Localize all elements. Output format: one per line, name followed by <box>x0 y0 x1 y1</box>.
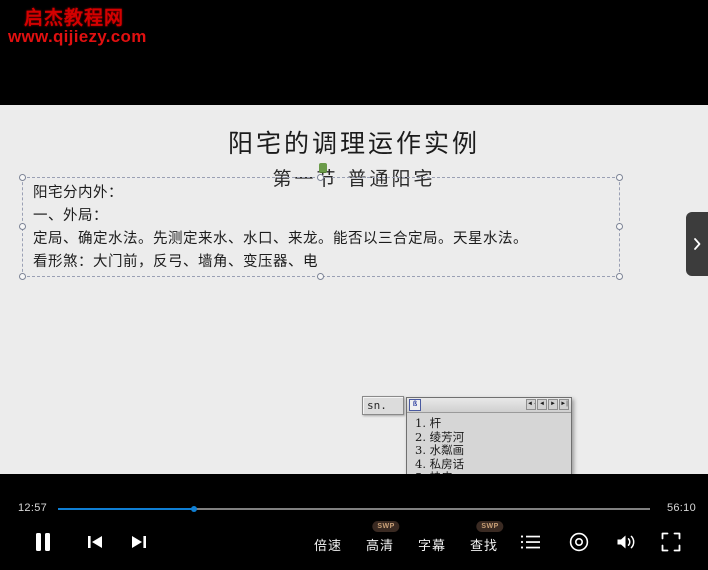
settings-icon <box>568 531 590 558</box>
ime-candidate-list[interactable]: 1. 杆 2. 绫芳河 3. 水粼画 4. 私房话 5. 桂皮c 6. 植g 【… <box>407 413 571 474</box>
fullscreen-icon <box>661 532 681 557</box>
ime-candidate-window[interactable]: ß ◄◄ ◄ ► ►| 1. 杆 2. 绫芳河 3. 水粼画 4. 私房话 5.… <box>406 397 572 474</box>
playlist-icon <box>520 534 542 555</box>
volume-button[interactable] <box>610 522 644 566</box>
slide-textbox[interactable]: 阳宅分内外： 一、外局： 定局、确定水法。先测定来水、水口、来龙。能否以三合定局… <box>19 174 623 280</box>
green-cursor-marker <box>319 163 327 172</box>
resize-handle-top-right[interactable] <box>616 174 623 181</box>
slide-body-line-2: 一、外局： <box>33 208 108 224</box>
ime-titlebar[interactable]: ß ◄◄ ◄ ► ►| <box>407 398 571 413</box>
search-button[interactable]: SWP 查找 <box>462 521 506 566</box>
resize-handle-bottom-right[interactable] <box>616 273 623 280</box>
seek-bar-progress <box>58 508 195 510</box>
subtitle-label: 字幕 <box>417 537 446 553</box>
resize-handle-top-middle[interactable] <box>317 174 324 181</box>
ime-candidate-item[interactable]: 5. 桂皮c <box>415 470 571 474</box>
ime-app-icon: ß <box>409 399 421 411</box>
resize-handle-middle-right[interactable] <box>616 223 623 230</box>
slide-title: 阳宅的调理运作实例 <box>227 129 480 158</box>
resize-handle-bottom-left[interactable] <box>19 273 26 280</box>
watermark-url: www.qijiezy.com <box>8 27 147 46</box>
pause-icon <box>33 531 53 558</box>
next-button[interactable] <box>122 522 156 566</box>
volume-icon <box>615 532 639 557</box>
search-badge: SWP <box>476 521 504 532</box>
ime-composition-box[interactable]: sn. <box>362 396 404 415</box>
progress-row: 12:57 56:10 <box>0 500 708 518</box>
ime-nav-first[interactable]: ◄◄ <box>526 399 536 410</box>
subtitle-button[interactable]: 字幕 <box>410 522 454 566</box>
video-stage[interactable]: 启杰教程网 www.qijiezy.com 阳宅的调理运作实例 第一节 普通阳宅… <box>0 0 708 490</box>
watermark: 启杰教程网 www.qijiezy.com <box>0 0 200 56</box>
previous-button[interactable] <box>78 522 112 566</box>
search-label: 查找 <box>469 537 498 553</box>
ime-nav-prev[interactable]: ◄ <box>537 399 547 410</box>
playlist-button[interactable] <box>514 522 548 566</box>
total-time-label: 56:10 <box>666 502 696 514</box>
resize-handle-top-left[interactable] <box>19 174 26 181</box>
ime-candidate-item[interactable]: 4. 私房话 <box>415 457 571 472</box>
fullscreen-button[interactable] <box>654 522 688 566</box>
seek-bar-knob[interactable] <box>191 506 198 512</box>
previous-icon <box>85 533 105 556</box>
watermark-site-name: 启杰教程网 <box>24 8 125 29</box>
pause-button[interactable] <box>26 522 60 566</box>
ime-candidate-item[interactable]: 1. 杆 <box>415 416 571 431</box>
sidebar-toggle-button[interactable] <box>686 212 708 276</box>
slide-canvas: 阳宅的调理运作实例 第一节 普通阳宅 阳宅分内外： 一、外局： 定局、确定水法。… <box>0 105 708 474</box>
video-player-page: 启杰教程网 www.qijiezy.com 阳宅的调理运作实例 第一节 普通阳宅… <box>0 0 708 570</box>
quality-button[interactable]: SWP 高清 <box>358 521 402 566</box>
ime-candidate-item[interactable]: 2. 绫芳河 <box>415 430 571 445</box>
slide-body-line-1: 阳宅分内外： <box>33 185 123 201</box>
slide-body-line-4: 看形煞：大门前，反弓、墙角、变压器、电 <box>33 254 318 270</box>
next-icon <box>129 533 149 556</box>
player-controls: 12:57 56:10 倍速 SWP 高清 字幕 SWP 查找 <box>0 490 708 570</box>
quality-label: 高清 <box>365 537 394 553</box>
ime-nav-buttons[interactable]: ◄◄ ◄ ► ►| <box>526 399 569 410</box>
slide-body-text: 阳宅分内外： 一、外局： 定局、确定水法。先测定来水、水口、来龙。能否以三合定局… <box>33 182 619 274</box>
ime-candidate-item[interactable]: 3. 水粼画 <box>415 443 571 458</box>
settings-button[interactable] <box>562 522 596 566</box>
resize-handle-middle-left[interactable] <box>19 223 26 230</box>
ime-nav-next[interactable]: ► <box>548 399 558 410</box>
speed-button[interactable]: 倍速 <box>308 522 348 566</box>
chevron-right-icon <box>692 237 702 251</box>
resize-handle-bottom-middle[interactable] <box>317 273 324 280</box>
slide-body-line-3: 定局、确定水法。先测定来水、水口、来龙。能否以三合定局。天星水法。 <box>33 231 528 247</box>
quality-badge: SWP <box>372 521 400 532</box>
current-time-label: 12:57 <box>18 502 48 514</box>
control-buttons-row: 倍速 SWP 高清 字幕 SWP 查找 <box>0 521 708 566</box>
seek-bar[interactable] <box>58 506 650 512</box>
speed-label: 倍速 <box>313 537 342 553</box>
ime-nav-last[interactable]: ►| <box>559 399 569 410</box>
